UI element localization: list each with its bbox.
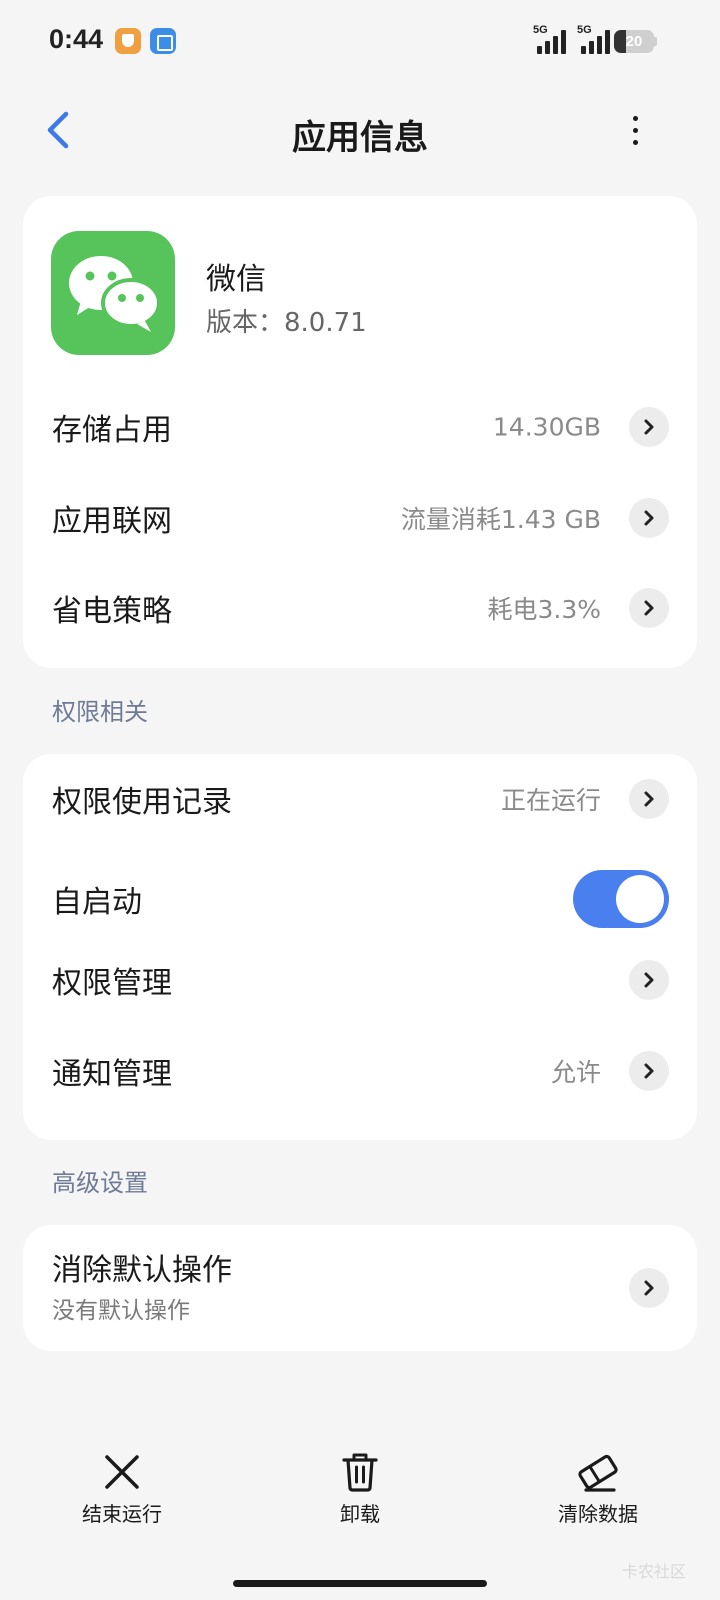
battery-strategy-value: 耗电3.3%	[487, 595, 601, 624]
app-info-card: 微信 版本：8.0.71 存储占用 14.30GB 应用联网 流量消耗1.43 …	[23, 196, 697, 668]
battery-icon: 20	[614, 30, 654, 53]
permission-usage-label: 权限使用记录	[52, 785, 232, 820]
watermark: 卡农社区	[622, 1562, 687, 1581]
chevron-right-icon	[629, 588, 669, 628]
storage-value: 14.30GB	[492, 412, 601, 442]
clear-defaults-sub: 没有默认操作	[52, 1298, 190, 1324]
clear-defaults-label: 消除默认操作	[52, 1253, 232, 1288]
notification-manage-value: 允许	[550, 1058, 601, 1087]
page-title: 应用信息	[292, 118, 428, 158]
force-stop-button[interactable]: 结束运行	[52, 1450, 192, 1540]
uninstall-button[interactable]: 卸载	[290, 1450, 430, 1540]
eraser-icon	[578, 1454, 618, 1492]
chevron-right-icon	[629, 779, 669, 819]
notification-manage-label: 通知管理	[52, 1057, 172, 1092]
notification-manage-row[interactable]: 通知管理 允许	[23, 1026, 697, 1116]
battery-strategy-label: 省电策略	[52, 594, 172, 629]
permissions-card: 权限使用记录 正在运行 自启动 权限管理 通知管理 允许	[23, 754, 697, 1140]
app-version: 版本：8.0.71	[206, 308, 367, 338]
status-bar: 0:44 5G 5G 20	[0, 0, 720, 84]
chevron-right-icon	[629, 498, 669, 538]
home-indicator[interactable]	[233, 1580, 487, 1587]
battery-tip	[654, 37, 657, 46]
battery-level: 20	[625, 33, 643, 50]
autostart-row: 自启动	[23, 854, 697, 944]
permission-manage-label: 权限管理	[52, 966, 172, 1001]
permissions-section-title: 权限相关	[52, 698, 148, 726]
network-value: 流量消耗1.43 GB	[400, 505, 601, 534]
close-icon	[105, 1455, 139, 1489]
clear-data-label: 清除数据	[558, 1502, 638, 1526]
permission-usage-value: 正在运行	[500, 786, 601, 815]
network-row[interactable]: 应用联网 流量消耗1.43 GB	[23, 473, 697, 563]
storage-row[interactable]: 存储占用 14.30GB	[23, 382, 697, 472]
app-header: 应用信息	[0, 96, 720, 166]
bottom-action-bar: 结束运行 卸载 清除数据	[0, 1450, 720, 1550]
permission-usage-row[interactable]: 权限使用记录 正在运行	[23, 754, 697, 844]
status-time: 0:44	[49, 24, 104, 54]
more-vert-icon	[633, 116, 638, 121]
wechat-logo-icon	[69, 256, 161, 332]
chevron-right-icon	[629, 1051, 669, 1091]
permission-manage-row[interactable]: 权限管理	[23, 935, 697, 1025]
security-app-icon	[115, 28, 141, 54]
clear-defaults-row[interactable]: 消除默认操作 没有默认操作	[23, 1225, 697, 1351]
app-name: 微信	[206, 262, 266, 297]
sim-card-icon	[150, 28, 176, 54]
battery-strategy-row[interactable]: 省电策略 耗电3.3%	[23, 563, 697, 653]
chevron-right-icon	[629, 960, 669, 1000]
storage-label: 存储占用	[52, 413, 172, 448]
autostart-label: 自启动	[52, 885, 142, 920]
autostart-toggle[interactable]	[573, 870, 669, 928]
trash-icon	[342, 1453, 378, 1492]
uninstall-label: 卸载	[340, 1502, 380, 1526]
advanced-card: 消除默认操作 没有默认操作	[23, 1225, 697, 1351]
toggle-knob	[616, 875, 664, 923]
signal-icon: 5G	[533, 24, 575, 56]
network-label: 应用联网	[52, 504, 172, 539]
force-stop-label: 结束运行	[82, 1502, 162, 1526]
more-options-button[interactable]	[620, 108, 650, 152]
wechat-app-icon	[51, 231, 175, 355]
chevron-right-icon	[629, 1268, 669, 1308]
advanced-section-title: 高级设置	[52, 1169, 148, 1197]
clear-data-button[interactable]: 清除数据	[528, 1450, 668, 1540]
chevron-right-icon	[629, 407, 669, 447]
signal-icon: 5G	[577, 24, 619, 56]
